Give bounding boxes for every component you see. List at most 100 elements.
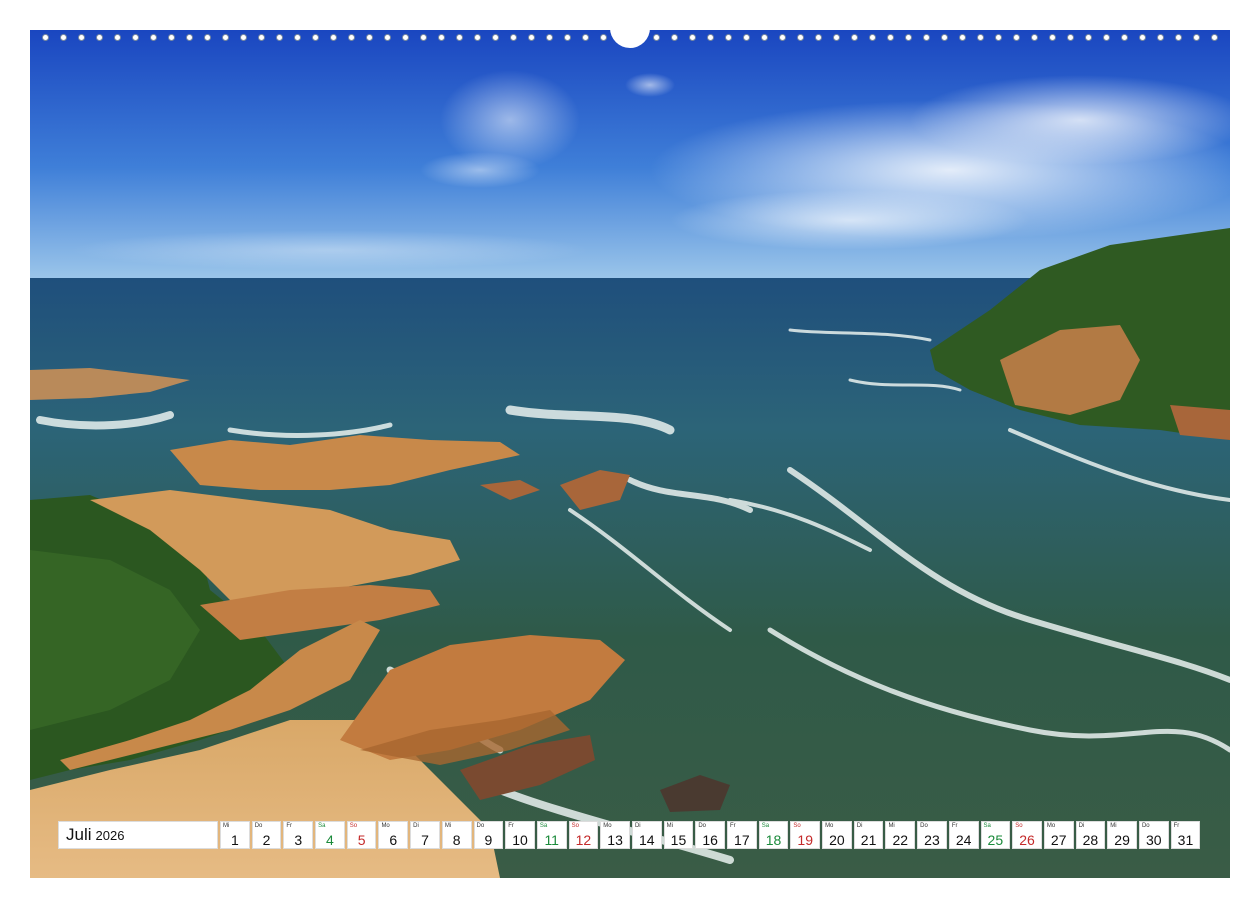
weekday-abbr: Mo	[603, 823, 611, 829]
day-number: 17	[728, 832, 756, 848]
binding-hole	[1067, 34, 1074, 41]
binding-hole	[707, 34, 714, 41]
day-cell: Do 23	[917, 821, 947, 849]
day-number: 30	[1140, 832, 1168, 848]
day-cell: Fr 3	[283, 821, 313, 849]
day-cell: So12	[569, 821, 599, 849]
weekday-abbr: So	[1015, 823, 1022, 829]
day-number: 10	[506, 832, 534, 848]
day-number: 9	[475, 832, 503, 848]
day-cell: So 26	[1012, 821, 1042, 849]
day-number: 22	[886, 832, 914, 848]
weekday-abbr: Mo	[1047, 823, 1055, 829]
day-cell: Mo20	[822, 821, 852, 849]
weekday-abbr: Mi	[445, 823, 451, 829]
binding-hole	[204, 34, 211, 41]
day-number: 3	[284, 832, 312, 848]
weekday-abbr: Do	[477, 823, 485, 829]
binding-hole	[761, 34, 768, 41]
binding-hole	[78, 34, 85, 41]
day-cell: Fr 24	[949, 821, 979, 849]
binding-hole	[653, 34, 660, 41]
day-cell: Di21	[854, 821, 884, 849]
binding-hole	[1193, 34, 1200, 41]
binding-hole	[923, 34, 930, 41]
binding-hole	[348, 34, 355, 41]
binding-hole	[815, 34, 822, 41]
weekday-abbr: Do	[920, 823, 928, 829]
binding-hole	[438, 34, 445, 41]
day-cell: Do16	[695, 821, 725, 849]
weekday-abbr: Sa	[984, 823, 991, 829]
day-number: 5	[348, 832, 376, 848]
weekday-abbr: Mi	[888, 823, 894, 829]
day-cell: Di28	[1076, 821, 1106, 849]
binding-hole	[779, 34, 786, 41]
binding-hole	[474, 34, 481, 41]
binding-hole	[1085, 34, 1092, 41]
binding-hole	[689, 34, 696, 41]
binding-hole	[294, 34, 301, 41]
day-cell: Mi 22	[885, 821, 915, 849]
day-cell: Do2	[252, 821, 282, 849]
day-cell: Mi 8	[442, 821, 472, 849]
binding-hole	[456, 34, 463, 41]
binding-hole	[851, 34, 858, 41]
weekday-abbr: Mi	[223, 823, 229, 829]
day-number: 8	[443, 832, 471, 848]
binding-hole	[1049, 34, 1056, 41]
weekday-abbr: Mi	[1110, 823, 1116, 829]
binding-hole	[1031, 34, 1038, 41]
weekday-abbr: Do	[698, 823, 706, 829]
day-cell: So5	[347, 821, 377, 849]
binding-hole	[600, 34, 607, 41]
day-number: 12	[570, 832, 598, 848]
day-cell: Di7	[410, 821, 440, 849]
coastal-photo	[30, 30, 1230, 878]
month-label-box: Juli 2026	[58, 821, 218, 849]
binding-hole	[96, 34, 103, 41]
weekday-abbr: Sa	[762, 823, 769, 829]
binding-hole	[959, 34, 966, 41]
day-number: 26	[1013, 832, 1041, 848]
weekday-abbr: Di	[1079, 823, 1085, 829]
month-name: Juli	[66, 825, 92, 845]
day-number: 23	[918, 832, 946, 848]
binding-hole	[941, 34, 948, 41]
binding-hole	[492, 34, 499, 41]
weekday-abbr: Fr	[1174, 823, 1180, 829]
day-number: 29	[1108, 832, 1136, 848]
binding-hole	[977, 34, 984, 41]
binding-hole	[1175, 34, 1182, 41]
binding-hole	[222, 34, 229, 41]
day-cell: Mo27	[1044, 821, 1074, 849]
weekday-abbr: Sa	[540, 823, 547, 829]
binding-hole	[330, 34, 337, 41]
binding-hole	[671, 34, 678, 41]
day-cell: Mo13	[600, 821, 630, 849]
day-cell: Mi1	[220, 821, 250, 849]
weekday-abbr: Di	[413, 823, 419, 829]
weekday-abbr: Fr	[952, 823, 958, 829]
binding-hole	[366, 34, 373, 41]
binding-hole	[905, 34, 912, 41]
binding-hole	[42, 34, 49, 41]
weekday-abbr: Do	[255, 823, 263, 829]
binding-hole	[312, 34, 319, 41]
weekday-abbr: Mo	[381, 823, 389, 829]
weekday-abbr: Do	[1142, 823, 1150, 829]
day-cell: Di14	[632, 821, 662, 849]
binding-hole	[420, 34, 427, 41]
day-number: 25	[982, 832, 1010, 848]
day-cell: Do 9	[474, 821, 504, 849]
binding-hole	[1211, 34, 1218, 41]
day-cell: Sa 4	[315, 821, 345, 849]
day-number: 19	[791, 832, 819, 848]
binding-hole	[258, 34, 265, 41]
weekday-abbr: Fr	[286, 823, 292, 829]
day-cell: Do 30	[1139, 821, 1169, 849]
day-number: 24	[950, 832, 978, 848]
weekday-abbr: Sa	[318, 823, 325, 829]
day-number: 4	[316, 832, 344, 848]
binding-hole	[582, 34, 589, 41]
